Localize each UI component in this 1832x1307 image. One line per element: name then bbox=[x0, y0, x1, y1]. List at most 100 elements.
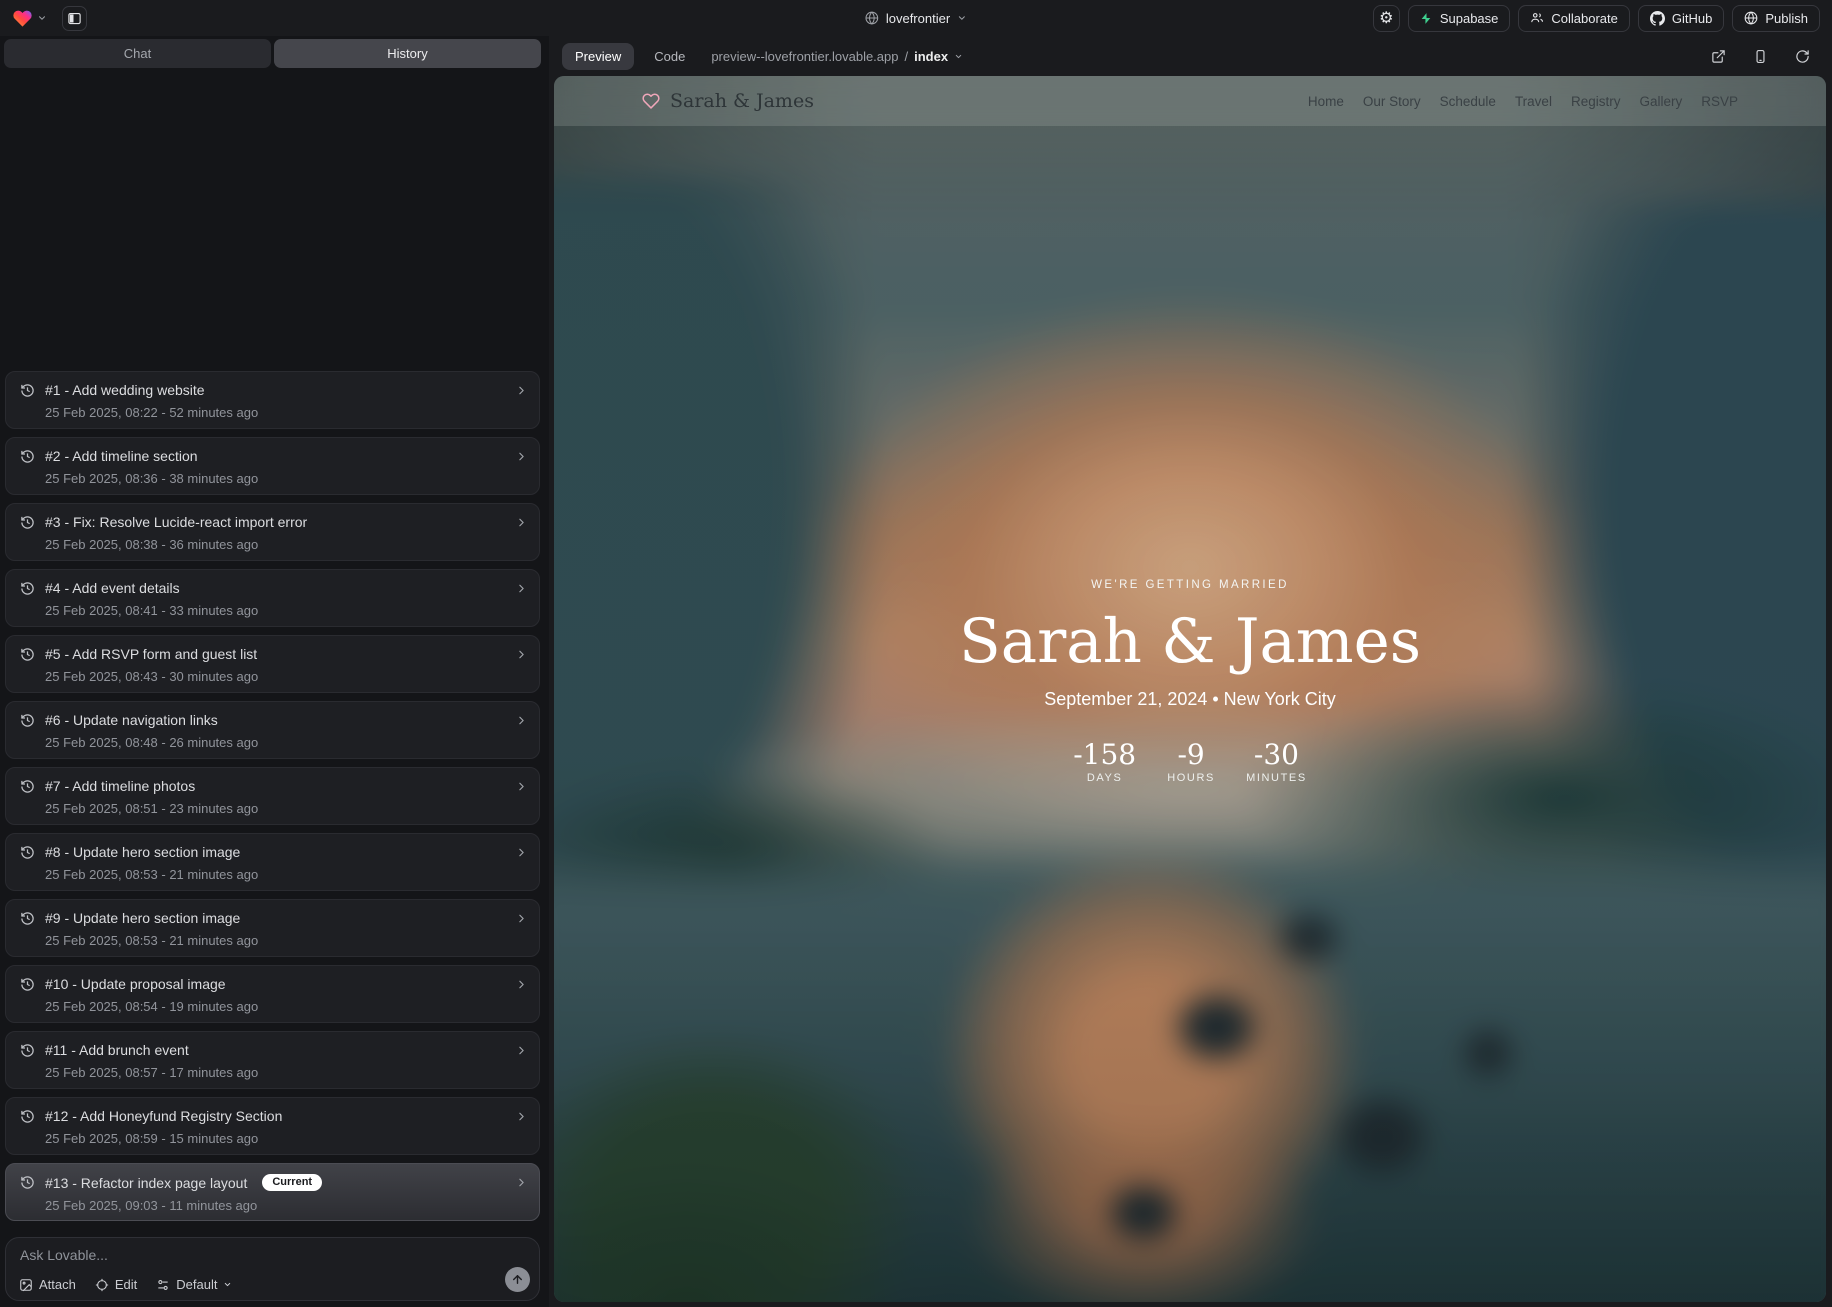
countdown-minutes: -30 MINUTES bbox=[1246, 740, 1307, 784]
history-item[interactable]: #12 - Add Honeyfund Registry Section 25 … bbox=[5, 1097, 540, 1155]
history-icon bbox=[20, 977, 35, 992]
history-item[interactable]: #9 - Update hero section image 25 Feb 20… bbox=[5, 899, 540, 957]
history-item-meta: 25 Feb 2025, 08:48 - 26 minutes ago bbox=[45, 735, 525, 750]
history-item-title: #8 - Update hero section image bbox=[45, 844, 240, 860]
preview-url-host: preview--lovefrontier.lovable.app bbox=[711, 49, 898, 64]
tab-history[interactable]: History bbox=[274, 39, 541, 68]
history-item-title: #13 - Refactor index page layout bbox=[45, 1175, 247, 1191]
chevron-right-icon bbox=[515, 912, 528, 925]
history-item[interactable]: #2 - Add timeline section 25 Feb 2025, 0… bbox=[5, 437, 540, 495]
sidebar-toggle-button[interactable] bbox=[62, 6, 87, 31]
history-item[interactable]: #8 - Update hero section image 25 Feb 20… bbox=[5, 833, 540, 891]
chat-history-tabs: Chat History bbox=[4, 39, 541, 68]
nav-link-gallery[interactable]: Gallery bbox=[1639, 94, 1682, 109]
refresh-button[interactable] bbox=[1795, 49, 1810, 64]
supabase-button[interactable]: Supabase bbox=[1408, 5, 1511, 32]
github-button[interactable]: GitHub bbox=[1638, 5, 1724, 32]
nav-link-home[interactable]: Home bbox=[1308, 94, 1344, 109]
arrow-up-icon bbox=[511, 1273, 524, 1286]
nav-link-registry[interactable]: Registry bbox=[1571, 94, 1621, 109]
history-item-meta: 25 Feb 2025, 08:43 - 30 minutes ago bbox=[45, 669, 525, 684]
history-icon bbox=[20, 647, 35, 662]
history-item-meta: 25 Feb 2025, 09:03 - 11 minutes ago bbox=[45, 1198, 525, 1213]
chevron-right-icon bbox=[515, 1110, 528, 1123]
nav-link-travel[interactable]: Travel bbox=[1515, 94, 1552, 109]
publish-button[interactable]: Publish bbox=[1732, 5, 1820, 32]
chevron-right-icon bbox=[515, 450, 528, 463]
history-item[interactable]: #3 - Fix: Resolve Lucide-react import er… bbox=[5, 503, 540, 561]
history-item[interactable]: #10 - Update proposal image 25 Feb 2025,… bbox=[5, 965, 540, 1023]
hero-content: WE'RE GETTING MARRIED Sarah & James Sept… bbox=[554, 579, 1826, 784]
history-icon bbox=[20, 1175, 35, 1190]
chevron-right-icon bbox=[515, 1176, 528, 1189]
history-item[interactable]: #11 - Add brunch event 25 Feb 2025, 08:5… bbox=[5, 1031, 540, 1089]
history-item-title: #3 - Fix: Resolve Lucide-react import er… bbox=[45, 514, 307, 530]
attach-button[interactable]: Attach bbox=[19, 1277, 76, 1292]
nav-link-rsvp[interactable]: RSVP bbox=[1701, 94, 1738, 109]
history-item-meta: 25 Feb 2025, 08:36 - 38 minutes ago bbox=[45, 471, 525, 486]
chevron-right-icon bbox=[515, 516, 528, 529]
history-item-meta: 25 Feb 2025, 08:57 - 17 minutes ago bbox=[45, 1065, 525, 1080]
heart-outline-icon bbox=[642, 92, 660, 110]
chevron-right-icon bbox=[515, 978, 528, 991]
history-item[interactable]: #5 - Add RSVP form and guest list 25 Feb… bbox=[5, 635, 540, 693]
chevron-right-icon bbox=[515, 384, 528, 397]
chevron-right-icon bbox=[515, 582, 528, 595]
chevron-right-icon bbox=[515, 846, 528, 859]
tab-chat[interactable]: Chat bbox=[4, 39, 271, 68]
history-item[interactable]: #4 - Add event details 25 Feb 2025, 08:4… bbox=[5, 569, 540, 627]
chevron-down-icon bbox=[957, 13, 967, 23]
preview-url[interactable]: preview--lovefrontier.lovable.app / inde… bbox=[711, 49, 963, 64]
chevron-right-icon bbox=[515, 780, 528, 793]
settings-button[interactable]: ⚙ bbox=[1373, 5, 1400, 32]
tab-code[interactable]: Code bbox=[650, 43, 689, 70]
edit-select-button[interactable]: Edit bbox=[95, 1277, 137, 1292]
project-name: lovefrontier bbox=[886, 11, 950, 26]
supabase-bolt-icon bbox=[1420, 12, 1433, 25]
mode-selector[interactable]: Default bbox=[156, 1277, 232, 1292]
chevron-down-icon bbox=[223, 1280, 232, 1289]
hero-date-location: September 21, 2024 • New York City bbox=[554, 689, 1826, 710]
site-nav: Home Our Story Schedule Travel Registry … bbox=[1308, 94, 1738, 109]
sliders-icon bbox=[156, 1278, 170, 1292]
send-button[interactable] bbox=[505, 1267, 530, 1292]
mobile-view-button[interactable] bbox=[1753, 49, 1768, 64]
history-item-title: #1 - Add wedding website bbox=[45, 382, 205, 398]
history-item-title: #4 - Add event details bbox=[45, 580, 180, 596]
preview-url-page: index bbox=[914, 49, 948, 64]
history-icon bbox=[20, 515, 35, 530]
hero-eyebrow: WE'RE GETTING MARRIED bbox=[554, 579, 1826, 591]
history-item-meta: 25 Feb 2025, 08:54 - 19 minutes ago bbox=[45, 999, 525, 1014]
site-brand[interactable]: Sarah & James bbox=[642, 90, 814, 112]
open-external-button[interactable] bbox=[1711, 49, 1726, 64]
history-icon bbox=[20, 911, 35, 926]
tab-preview[interactable]: Preview bbox=[562, 43, 634, 70]
left-panel: Chat History #1 - Add wedding website 25… bbox=[0, 36, 545, 1307]
github-icon bbox=[1650, 11, 1665, 26]
history-item-title: #11 - Add brunch event bbox=[45, 1042, 189, 1058]
collaborate-button[interactable]: Collaborate bbox=[1518, 5, 1630, 32]
history-item-meta: 25 Feb 2025, 08:53 - 21 minutes ago bbox=[45, 867, 525, 882]
history-item-meta: 25 Feb 2025, 08:51 - 23 minutes ago bbox=[45, 801, 525, 816]
history-icon bbox=[20, 581, 35, 596]
chevron-right-icon bbox=[515, 714, 528, 727]
history-item[interactable]: #7 - Add timeline photos 25 Feb 2025, 08… bbox=[5, 767, 540, 825]
chevron-right-icon bbox=[515, 648, 528, 661]
history-item-title: #10 - Update proposal image bbox=[45, 976, 226, 992]
chevron-down-icon bbox=[954, 52, 963, 61]
chevron-right-icon bbox=[515, 1044, 528, 1057]
prompt-input[interactable] bbox=[20, 1247, 525, 1271]
countdown-days: -158 DAYS bbox=[1073, 740, 1136, 784]
preview-panel: Preview Code preview--lovefrontier.lovab… bbox=[549, 36, 1832, 1307]
site-header: Sarah & James Home Our Story Schedule Tr… bbox=[554, 76, 1826, 126]
history-icon bbox=[20, 383, 35, 398]
history-item-current[interactable]: #13 - Refactor index page layoutCurrent … bbox=[5, 1163, 540, 1221]
nav-link-our-story[interactable]: Our Story bbox=[1363, 94, 1421, 109]
countdown: -158 DAYS -9 HOURS -30 MINUTES bbox=[554, 740, 1826, 784]
lovable-logo-menu[interactable] bbox=[12, 8, 47, 29]
history-list: #1 - Add wedding website 25 Feb 2025, 08… bbox=[5, 371, 540, 1229]
nav-link-schedule[interactable]: Schedule bbox=[1440, 94, 1496, 109]
history-item[interactable]: #1 - Add wedding website 25 Feb 2025, 08… bbox=[5, 371, 540, 429]
project-switcher[interactable]: lovefrontier bbox=[865, 0, 967, 36]
history-item[interactable]: #6 - Update navigation links 25 Feb 2025… bbox=[5, 701, 540, 759]
